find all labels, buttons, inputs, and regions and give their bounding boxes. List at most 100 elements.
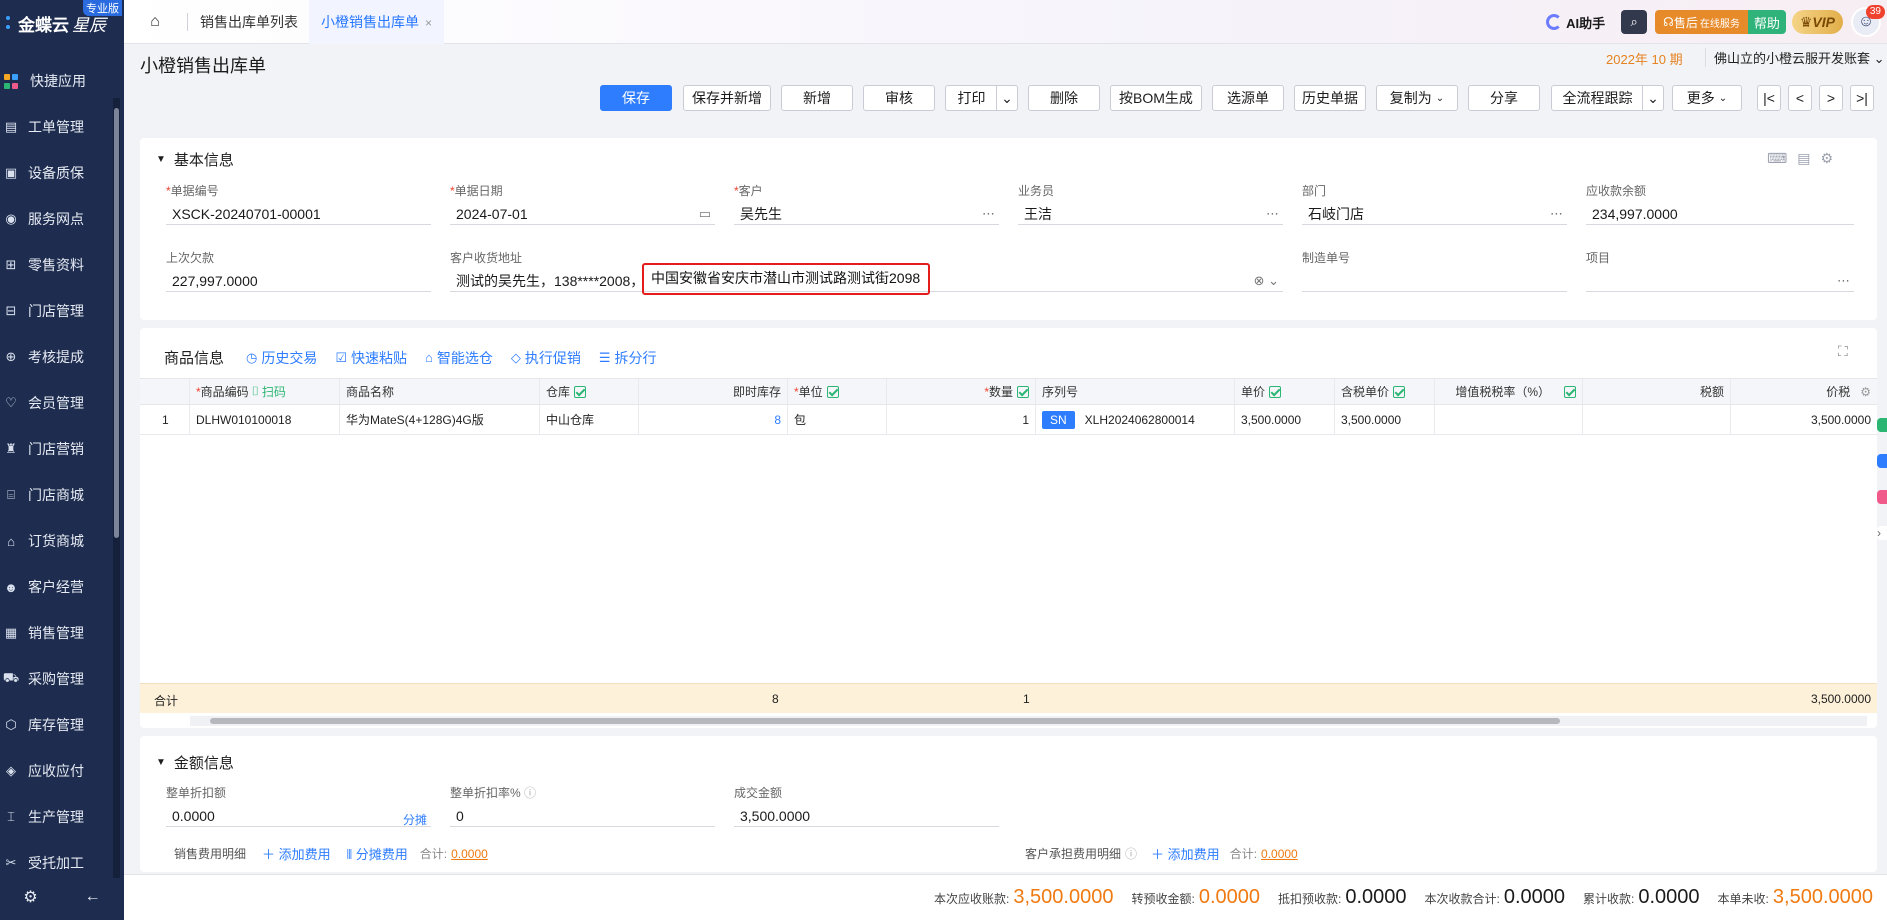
sn-button[interactable]: SN — [1042, 410, 1075, 429]
deal-amount-value[interactable]: 3,500.0000 — [734, 805, 999, 827]
after-sales-button[interactable]: ☊ 售后 在线服务 — [1655, 10, 1748, 34]
sidebar-item[interactable]: ☻ 客户经营 — [0, 564, 124, 610]
more-options-icon[interactable]: ⋯ — [982, 206, 995, 222]
save-and-new-button[interactable]: 保存并新增 — [683, 85, 771, 111]
header-unit[interactable]: * 单位 — [788, 379, 887, 404]
audit-button[interactable]: 审核 — [863, 85, 935, 111]
ai-assistant-button[interactable]: AI助手 — [1546, 13, 1605, 32]
expand-arrow-icon[interactable]: › — [1877, 526, 1887, 540]
bill-no-value[interactable]: XSCK-20240701-00001 — [166, 203, 431, 225]
cell-warehouse[interactable]: 中山仓库 — [540, 405, 639, 434]
discount-value[interactable]: 0.0000 — [166, 805, 431, 827]
share-button[interactable]: 分享 — [1468, 85, 1540, 111]
clear-and-dropdown-icon[interactable]: ⊗ ⌄ — [1254, 273, 1279, 289]
add-fee-button[interactable]: ＋ 添加费用 — [262, 844, 331, 863]
tab-sales-out-list[interactable]: 销售出库单列表 — [187, 13, 310, 31]
header-amount[interactable]: 价税 ⚙ — [1731, 379, 1877, 404]
keyboard-icon[interactable]: ⌨ — [1767, 150, 1797, 166]
bill-date-field[interactable]: *单据日期 2024-07-01 ▭ — [450, 183, 715, 229]
float-tab-chat[interactable] — [1877, 454, 1887, 468]
basic-info-header[interactable]: ▼ 基本信息 — [156, 149, 234, 170]
scroll-thumb[interactable] — [210, 718, 1560, 724]
cell-name[interactable]: 华为MateS(4+128G)4G版 — [340, 405, 540, 434]
discount-rate-field[interactable]: 整单折扣率% ⓘ 0 — [450, 785, 715, 831]
project-field[interactable]: 项目 ⋯ — [1586, 250, 1854, 296]
more-options-icon[interactable]: ⋯ — [1266, 206, 1279, 222]
sidebar-item[interactable]: ⊟ 门店管理 — [0, 288, 124, 334]
bill-date-value[interactable]: 2024-07-01 — [450, 203, 715, 225]
dept-value[interactable]: 石岐门店 — [1302, 203, 1567, 225]
header-name[interactable]: 商品名称 — [340, 379, 540, 404]
mfg-no-field[interactable]: 制造单号 — [1302, 250, 1567, 296]
more-options-icon[interactable]: ⋯ — [1837, 273, 1850, 289]
last-debt-field[interactable]: 上次欠款 227,997.0000 — [166, 250, 431, 296]
help-button[interactable]: 帮助 — [1747, 10, 1786, 34]
promotion-link[interactable]: ◇ 执行促销 — [511, 348, 581, 368]
save-button[interactable]: 保存 — [600, 85, 672, 111]
header-stock[interactable]: 即时库存 — [639, 379, 788, 404]
sidebar-item[interactable]: ◈ 应收应付 — [0, 748, 124, 794]
brand-logo[interactable]: 金蝶云 星辰 专业版 — [0, 0, 124, 46]
vip-badge[interactable]: ♛ VIP — [1791, 10, 1843, 34]
add-customer-fee-button[interactable]: ＋ 添加费用 — [1151, 844, 1220, 863]
receivable-field[interactable]: 应收款余额 234,997.0000 — [1586, 183, 1854, 229]
prev-record-button[interactable]: < — [1788, 85, 1812, 111]
last-record-button[interactable]: >| — [1850, 85, 1874, 111]
more-button[interactable]: 更多 ⌄ — [1672, 85, 1742, 111]
mfg-no-value[interactable] — [1302, 270, 1567, 292]
customer-fee-sum[interactable]: 0.0000 — [1261, 847, 1298, 861]
calendar-icon[interactable]: ▭ — [699, 206, 711, 222]
next-record-button[interactable]: > — [1819, 85, 1843, 111]
home-icon[interactable]: ⌂ — [146, 13, 164, 31]
cell-vat-rate[interactable] — [1435, 405, 1583, 434]
split-row-link[interactable]: ☰ 拆分行 — [599, 348, 657, 368]
bill-no-field[interactable]: *单据编号 XSCK-20240701-00001 — [166, 183, 431, 229]
header-tax[interactable]: 税额 — [1583, 379, 1731, 404]
customer-field[interactable]: *客户 吴先生 ⋯ — [734, 183, 999, 229]
header-price[interactable]: 单价 — [1235, 379, 1335, 404]
sidebar-item[interactable]: ⌂ 订货商城 — [0, 518, 124, 564]
tab-active-sales-out[interactable]: 小橙销售出库单 × — [309, 0, 445, 44]
trace-dropdown-button[interactable]: ⌄ — [1642, 85, 1664, 111]
smart-warehouse-link[interactable]: ⌂ 智能选仓 — [425, 348, 493, 368]
salesman-field[interactable]: 业务员 王洁 ⋯ — [1018, 183, 1283, 229]
sidebar-item[interactable]: ▦ 销售管理 — [0, 610, 124, 656]
header-serial[interactable]: 序列号 — [1036, 379, 1235, 404]
sidebar-item[interactable]: ⌸ 门店商城 — [0, 472, 124, 518]
cell-unit[interactable]: 包 — [788, 405, 887, 434]
sidebar-item[interactable]: 快捷应用 — [0, 58, 124, 104]
template-icon[interactable]: ▤ — [1797, 150, 1820, 166]
delete-button[interactable]: 删除 — [1028, 85, 1100, 111]
dept-field[interactable]: 部门 石岐门店 ⋯ — [1302, 183, 1567, 229]
cell-amount[interactable]: 3,500.0000 — [1731, 405, 1877, 434]
quick-paste-link[interactable]: ☑ 快速粘贴 — [335, 348, 407, 368]
copy-as-button[interactable]: 复制为 ⌄ — [1376, 85, 1458, 111]
sidebar-item[interactable]: ♡ 会员管理 — [0, 380, 124, 426]
period-label[interactable]: 2022年 10 期 — [1606, 49, 1683, 68]
org-selector[interactable]: 佛山立的小橙云服开发账套 ⌄ — [1705, 48, 1885, 67]
share-fee-button[interactable]: ⫴ 分摊费用 — [347, 844, 408, 863]
gear-icon[interactable]: ⚙ — [1820, 150, 1843, 166]
close-tab-icon[interactable]: × — [425, 16, 432, 30]
cell-stock[interactable]: 8 — [639, 405, 788, 434]
trace-button[interactable]: 全流程跟踪 — [1551, 85, 1643, 111]
sales-fee-sum[interactable]: 0.0000 — [451, 847, 488, 861]
settings-icon[interactable]: ⚙ — [23, 887, 37, 907]
header-tax-price[interactable]: 含税单价 — [1335, 379, 1435, 404]
sidebar-scrollbar[interactable] — [113, 98, 120, 878]
cell-code[interactable]: DLHW010100018 — [190, 405, 340, 434]
discount-field[interactable]: 整单折扣额 0.0000 分摊 — [166, 785, 431, 831]
sidebar-item[interactable]: ◉ 服务网点 — [0, 196, 124, 242]
cell-serial[interactable]: SN XLH2024062800014 — [1036, 405, 1235, 434]
sidebar-item[interactable]: ⛟ 采购管理 — [0, 656, 124, 702]
print-dropdown-button[interactable]: ⌄ — [996, 85, 1018, 111]
sidebar-scroll-thumb[interactable] — [114, 108, 119, 538]
more-options-icon[interactable]: ⋯ — [1550, 206, 1563, 222]
history-bills-button[interactable]: 历史单据 — [1294, 85, 1366, 111]
header-qty[interactable]: * 数量 — [887, 379, 1036, 404]
history-trade-link[interactable]: ◷ 历史交易 — [246, 348, 317, 368]
sidebar-item[interactable]: ⊞ 零售资料 — [0, 242, 124, 288]
receivable-value[interactable]: 234,997.0000 — [1586, 203, 1854, 225]
project-value[interactable] — [1586, 270, 1854, 292]
header-vat-rate[interactable]: 增值税税率（%） — [1435, 379, 1583, 404]
